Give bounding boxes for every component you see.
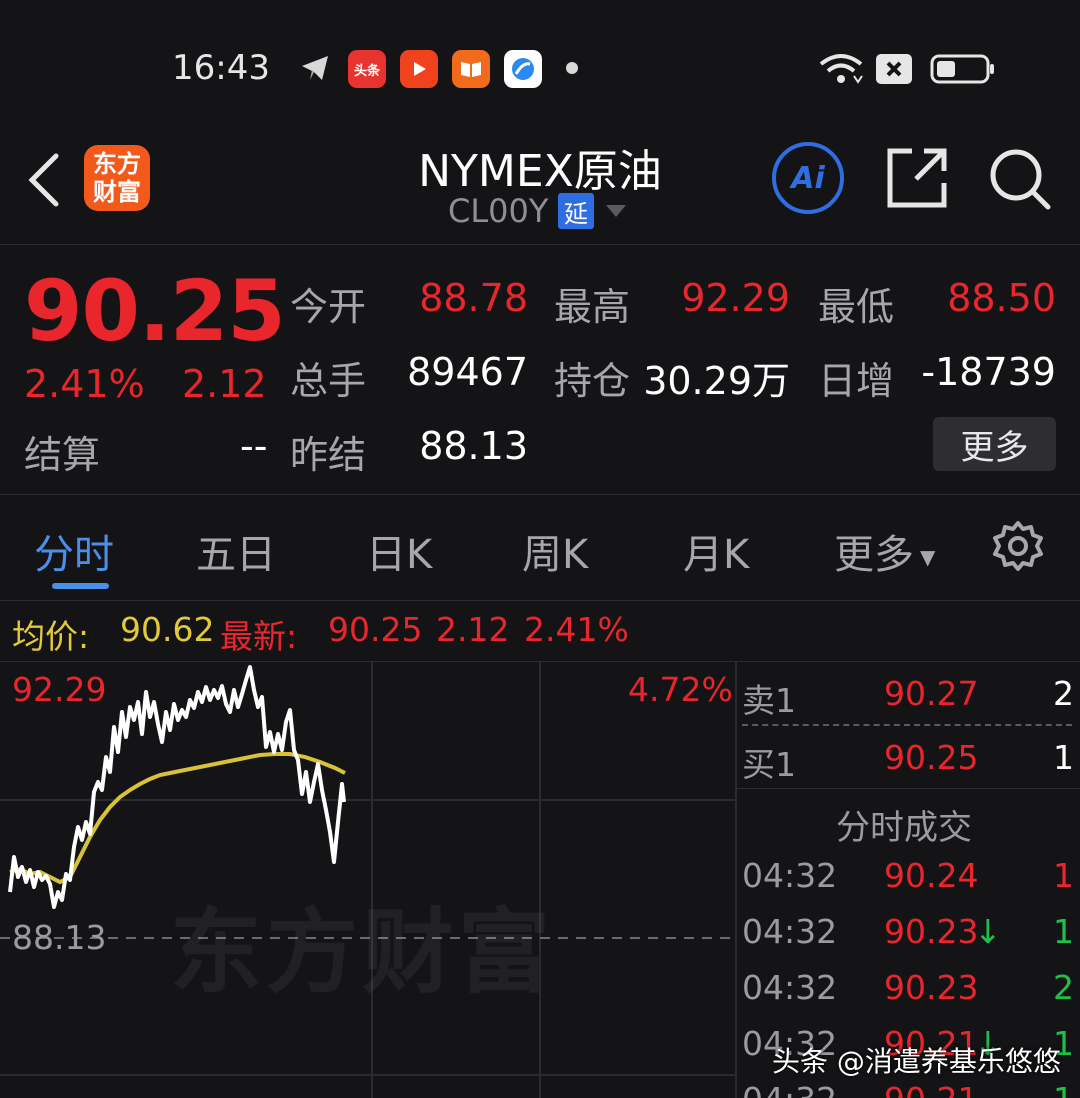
chart-settings-button[interactable] bbox=[992, 520, 1044, 576]
trade-row: 04:32 90.21 1 bbox=[742, 1080, 1080, 1098]
sell1-label: 卖1 bbox=[742, 681, 796, 720]
latest-label: 最新: bbox=[220, 617, 298, 656]
trade-row: 04:32 90.24 1 bbox=[742, 856, 1080, 912]
settle-label: 结算 bbox=[24, 433, 101, 477]
trades-title: 分时成交 bbox=[836, 808, 972, 848]
buy1-price: 90.25 bbox=[884, 738, 979, 777]
trade-row: 04:32 90.23 ↓ 1 bbox=[742, 912, 1080, 968]
tab-intraday[interactable]: 分时 bbox=[34, 522, 114, 580]
trade-price: 90.23 bbox=[884, 912, 979, 951]
prev-settle-label: 昨结 bbox=[290, 433, 367, 477]
trade-qty: 1 bbox=[1040, 1080, 1074, 1098]
low-value: 88.50 bbox=[947, 276, 1056, 320]
high-value: 92.29 bbox=[681, 276, 790, 320]
volume-value: 89467 bbox=[407, 350, 528, 394]
caret-down-icon: ▼ bbox=[920, 545, 936, 569]
trade-time: 04:32 bbox=[742, 856, 838, 895]
divider bbox=[0, 600, 1080, 601]
open-interest-value: 30.29万 bbox=[643, 359, 790, 403]
watermark: 东方财富 bbox=[170, 899, 555, 1006]
open-label: 今开 bbox=[290, 285, 367, 329]
tab-five-day[interactable]: 五日 bbox=[196, 522, 276, 580]
eastmoney-logo: 东方财富 bbox=[84, 145, 150, 211]
browser-app-icon bbox=[504, 50, 542, 88]
down-arrow-icon: ↓ bbox=[974, 912, 1002, 951]
battery-icon bbox=[930, 54, 996, 88]
trade-time: 04:32 bbox=[742, 912, 838, 951]
tab-daily-k[interactable]: 日K bbox=[366, 522, 432, 580]
gear-icon bbox=[993, 521, 1043, 571]
trade-time: 04:32 bbox=[742, 968, 838, 1007]
trade-qty: 2 bbox=[1053, 968, 1074, 1007]
divider bbox=[0, 244, 1080, 245]
trade-qty: 1 bbox=[1053, 856, 1074, 895]
book-app-icon bbox=[452, 50, 490, 88]
status-bar: 16:43 头条 bbox=[0, 0, 1080, 120]
trade-price: 90.23 bbox=[884, 968, 979, 1007]
divider bbox=[737, 788, 1080, 789]
avg-price-label: 均价: bbox=[12, 617, 90, 656]
panel-divider bbox=[735, 662, 737, 1098]
avg-price-value: 90.62 bbox=[120, 610, 215, 649]
current-price: 90.25 bbox=[24, 262, 286, 360]
trade-time: 04:32 bbox=[742, 1080, 837, 1098]
active-tab-indicator bbox=[52, 583, 109, 589]
buy1-qty: 1 bbox=[1053, 738, 1074, 777]
page-title: NYMEX原油 bbox=[418, 146, 662, 197]
trade-price: 90.24 bbox=[884, 856, 979, 895]
telegram-icon bbox=[300, 52, 330, 84]
sim-off-icon bbox=[876, 54, 912, 84]
ai-assistant-button[interactable]: Ai bbox=[772, 142, 844, 214]
share-button[interactable] bbox=[886, 147, 948, 213]
tab-more-label: 更多 bbox=[834, 532, 914, 578]
change-value: 2.12 bbox=[182, 362, 267, 406]
chart-base-label: 88.13 bbox=[12, 918, 107, 957]
volume-label: 总手 bbox=[290, 359, 367, 403]
wifi-icon bbox=[818, 52, 864, 90]
latest-value: 90.25 bbox=[328, 610, 423, 649]
trade-row: 04:32 90.23 2 bbox=[742, 968, 1080, 1024]
toutiao-app-icon: 头条 bbox=[348, 50, 386, 88]
caret-down-icon[interactable] bbox=[604, 203, 628, 223]
delay-badge: 延 bbox=[558, 193, 594, 229]
search-icon bbox=[990, 149, 1051, 210]
back-button[interactable] bbox=[24, 150, 64, 214]
trade-qty: 1 bbox=[1053, 912, 1074, 951]
prev-settle-value: 88.13 bbox=[419, 424, 528, 468]
daily-increase-label: 日增 bbox=[818, 359, 895, 403]
buy1-label: 买1 bbox=[742, 745, 796, 784]
tab-monthly-k[interactable]: 月K bbox=[683, 522, 749, 580]
avg-price-line bbox=[9, 752, 346, 885]
search-button[interactable] bbox=[988, 147, 1054, 217]
latest-change: 2.12 bbox=[436, 610, 510, 649]
change-percent: 2.41% bbox=[24, 362, 145, 406]
open-value: 88.78 bbox=[419, 276, 528, 320]
video-app-icon bbox=[400, 50, 438, 88]
settle-value: -- bbox=[240, 424, 268, 468]
chevron-left-icon bbox=[28, 153, 59, 207]
orderbook-divider bbox=[742, 724, 1072, 726]
chart-high-label: 92.29 bbox=[12, 670, 107, 709]
sell1-qty: 2 bbox=[1053, 674, 1074, 713]
instrument-code: CL00Y bbox=[448, 192, 549, 230]
low-label: 最低 bbox=[818, 285, 895, 329]
status-time: 16:43 bbox=[172, 48, 270, 88]
share-icon bbox=[887, 148, 947, 208]
open-interest-label: 持仓 bbox=[554, 359, 631, 403]
source-credit: 头条 @消遣养基乐悠悠 bbox=[772, 1045, 1061, 1078]
notification-dot bbox=[566, 62, 578, 74]
high-label: 最高 bbox=[554, 285, 631, 329]
tab-weekly-k[interactable]: 周K bbox=[522, 522, 588, 580]
latest-percent: 2.41% bbox=[524, 610, 629, 649]
divider bbox=[0, 494, 1080, 495]
trade-price: 90.21 bbox=[884, 1080, 978, 1098]
chart-high-percent: 4.72% bbox=[628, 670, 733, 709]
daily-increase-value: -18739 bbox=[921, 350, 1056, 394]
sell1-price: 90.27 bbox=[884, 674, 979, 713]
tab-more[interactable]: 更多 ▼ bbox=[834, 522, 935, 580]
more-quote-button[interactable]: 更多 bbox=[933, 417, 1056, 471]
